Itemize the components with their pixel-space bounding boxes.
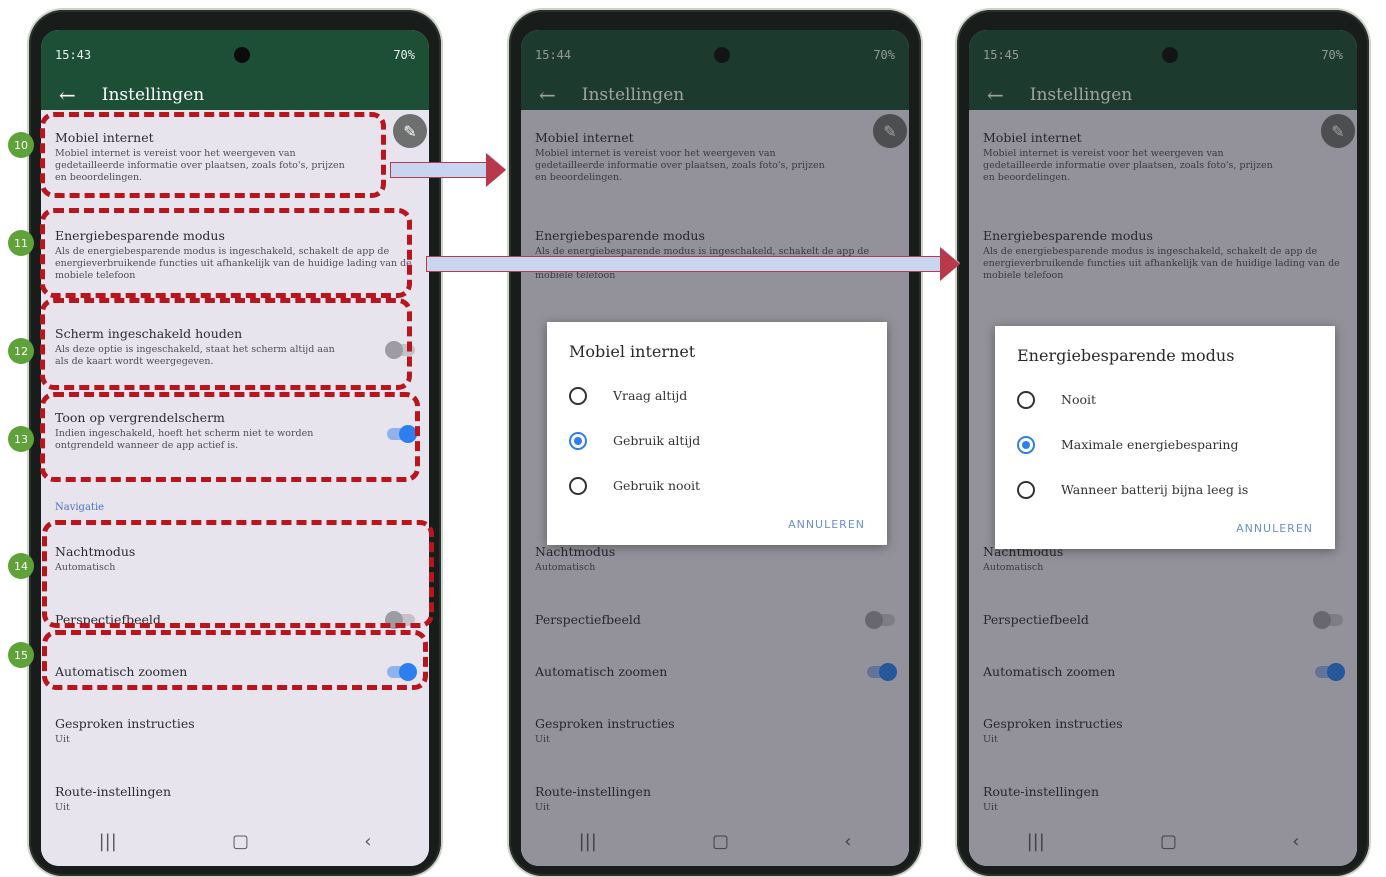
setting-mobile-internet[interactable]: Mobiel internet Mobiel internet is verei… xyxy=(55,130,415,184)
back-arrow-icon[interactable]: ← xyxy=(59,83,76,107)
setting-value: Uit xyxy=(55,802,70,813)
radio-unselected[interactable] xyxy=(1017,390,1035,409)
status-bar: 15:43 70% xyxy=(41,30,429,80)
option-always-use[interactable]: Gebruik altijd xyxy=(569,418,865,463)
setting-description: Mobiel internet is vereist voor het weer… xyxy=(55,148,345,183)
step-badge: 10 xyxy=(8,132,34,158)
option-maximum-saving[interactable]: Maximale energiebesparing xyxy=(1017,422,1313,467)
radio-unselected[interactable] xyxy=(569,476,587,495)
setting-title: Mobiel internet xyxy=(55,130,154,145)
phone-screen: 15:44 70% ← Instellingen ✎ Mobiel intern… xyxy=(521,30,909,866)
step-badge: 15 xyxy=(8,642,34,668)
setting-energy-saving[interactable]: Energiebesparende modus Als de energiebe… xyxy=(55,228,415,282)
cancel-button[interactable]: ANNULEREN xyxy=(1017,522,1313,535)
setting-night-mode[interactable]: Nachtmodus Automatisch xyxy=(55,544,415,574)
radio-selected[interactable] xyxy=(569,431,587,450)
arrow-to-mobile-dialog xyxy=(390,154,506,184)
setting-voice-instructions[interactable]: Gesproken instructies Uit xyxy=(55,716,415,746)
option-label: Gebruik altijd xyxy=(613,433,701,448)
setting-perspective[interactable]: Perspectiefbeeld xyxy=(55,612,415,627)
cancel-button[interactable]: ANNULEREN xyxy=(569,518,865,531)
setting-description: Als deze optie is ingeschakeld, staat he… xyxy=(55,344,335,367)
battery-level: 70% xyxy=(393,48,415,62)
keep-screen-on-toggle[interactable] xyxy=(385,341,415,359)
setting-auto-zoom[interactable]: Automatisch zoomen xyxy=(55,664,415,679)
phone-settings: 15:43 70% ← Instellingen ✎ Mobiel intern… xyxy=(29,10,441,876)
android-nav-bar: ||| ▢ ‹ xyxy=(41,816,429,866)
arrow-head-icon xyxy=(940,247,960,281)
option-never[interactable]: Nooit xyxy=(1017,377,1313,422)
setting-title: Route-instellingen xyxy=(55,784,172,799)
page-title: Instellingen xyxy=(101,85,205,105)
setting-title: Perspectiefbeeld xyxy=(55,612,161,627)
setting-title: Scherm ingeschakeld houden xyxy=(55,326,243,341)
setting-description: Als de energiebesparende modus is ingesc… xyxy=(55,246,412,281)
lockscreen-toggle[interactable] xyxy=(387,425,417,443)
setting-title: Gesproken instructies xyxy=(55,716,195,731)
option-label: Maximale energiebesparing xyxy=(1061,437,1239,452)
perspective-toggle[interactable] xyxy=(385,611,415,629)
setting-value: Automatisch xyxy=(55,562,116,573)
phone-screen: 15:43 70% ← Instellingen ✎ Mobiel intern… xyxy=(41,30,429,866)
setting-route[interactable]: Route-instellingen Uit xyxy=(55,784,415,814)
phone-energy-saving-dialog: 15:45 70% ← Instellingen ✎ Mobiel intern… xyxy=(957,10,1369,876)
step-badge: 11 xyxy=(8,230,34,256)
dialog-title: Mobiel internet xyxy=(569,342,696,361)
recent-apps-icon[interactable]: ||| xyxy=(99,831,117,852)
arrow-to-energy-dialog xyxy=(426,248,960,278)
radio-unselected[interactable] xyxy=(1017,480,1035,499)
setting-title: Toon op vergrendelscherm xyxy=(55,410,225,425)
radio-selected[interactable] xyxy=(1017,435,1035,454)
setting-description: Indien ingeschakeld, hoeft het scherm ni… xyxy=(55,428,314,451)
nav-back-icon[interactable]: ‹ xyxy=(364,831,371,852)
annotated-screenshots: 15:43 70% ← Instellingen ✎ Mobiel intern… xyxy=(0,0,1386,877)
step-badge: 12 xyxy=(8,338,34,364)
settings-list: ✎ Mobiel internet Mobiel internet is ver… xyxy=(41,110,429,816)
option-label: Gebruik nooit xyxy=(613,478,701,493)
camera-icon xyxy=(234,47,251,63)
section-header-navigation: Navigatie xyxy=(55,502,105,513)
auto-zoom-toggle[interactable] xyxy=(387,663,417,681)
app-bar: ← Instellingen xyxy=(41,80,429,110)
status-time: 15:43 xyxy=(55,48,92,62)
radio-unselected[interactable] xyxy=(569,386,587,405)
option-label: Wanneer batterij bijna leeg is xyxy=(1061,482,1249,497)
option-label: Vraag altijd xyxy=(613,388,688,403)
mobile-internet-dialog: Mobiel internet Vraag altijd Gebruik alt… xyxy=(547,322,887,545)
option-label: Nooit xyxy=(1061,392,1097,407)
option-always-ask[interactable]: Vraag altijd xyxy=(569,373,865,418)
option-never-use[interactable]: Gebruik nooit xyxy=(569,463,865,508)
setting-title: Energiebesparende modus xyxy=(55,228,225,243)
dialog-title: Energiebesparende modus xyxy=(1017,346,1235,365)
setting-lockscreen[interactable]: Toon op vergrendelscherm Indien ingescha… xyxy=(55,410,415,452)
step-badge: 14 xyxy=(8,553,34,579)
home-icon[interactable]: ▢ xyxy=(232,831,249,852)
setting-keep-screen-on[interactable]: Scherm ingeschakeld houden Als deze opti… xyxy=(55,326,415,368)
option-battery-low[interactable]: Wanneer batterij bijna leeg is xyxy=(1017,467,1313,512)
phone-screen: 15:45 70% ← Instellingen ✎ Mobiel intern… xyxy=(969,30,1357,866)
energy-saving-dialog: Energiebesparende modus Nooit Maximale e… xyxy=(995,326,1335,549)
setting-title: Automatisch zoomen xyxy=(55,664,188,679)
setting-value: Uit xyxy=(55,734,70,745)
arrow-head-icon xyxy=(486,153,506,187)
step-badge: 13 xyxy=(8,426,34,452)
phone-mobile-internet-dialog: 15:44 70% ← Instellingen ✎ Mobiel intern… xyxy=(509,10,921,876)
setting-title: Nachtmodus xyxy=(55,544,136,559)
